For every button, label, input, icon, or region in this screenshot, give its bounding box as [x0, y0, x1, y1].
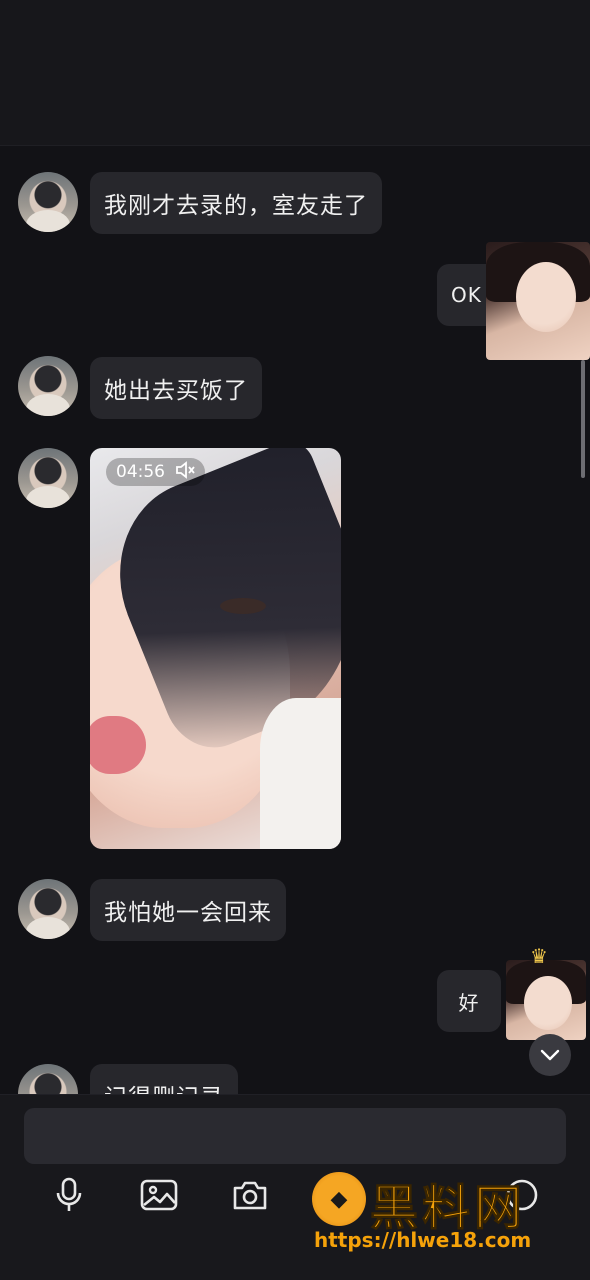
contact-avatar[interactable]: [18, 172, 78, 232]
watermark-logo: ◆: [312, 1172, 366, 1226]
image-icon: [140, 1179, 178, 1215]
message-row: 我刚才去录的，室友走了: [0, 146, 590, 246]
chat-messages[interactable]: 我刚才去录的，室友走了 OK 她出去买饭了 04:56 我怕她一会回来 好 ♛: [0, 146, 590, 1094]
message-bubble[interactable]: 她出去买饭了: [90, 357, 262, 419]
message-text: 她出去买饭了: [104, 378, 248, 404]
crown-icon: ♛: [530, 944, 548, 968]
message-row: 我怕她一会回来: [0, 876, 590, 946]
watermark-url: https://hlwe18.com: [314, 1228, 532, 1252]
top-bar: [0, 0, 590, 146]
watermark: ◆ 黑料网 https://hlwe18.com: [312, 1170, 572, 1260]
sticker-image[interactable]: [506, 960, 586, 1040]
message-bubble[interactable]: 好: [437, 970, 501, 1032]
scroll-to-bottom-button[interactable]: [529, 1034, 571, 1076]
message-text: 记得删记录: [104, 1078, 224, 1094]
voice-button[interactable]: [47, 1175, 91, 1219]
chevron-down-icon: [540, 1046, 560, 1065]
message-input[interactable]: [24, 1108, 566, 1164]
message-text: OK: [451, 283, 482, 307]
message-bubble[interactable]: 我刚才去录的，室友走了: [90, 172, 382, 234]
message-text: 好: [458, 990, 480, 1015]
contact-avatar[interactable]: [18, 879, 78, 939]
gallery-button[interactable]: [137, 1175, 181, 1219]
camera-button[interactable]: [228, 1175, 272, 1219]
message-bubble[interactable]: 记得删记录: [90, 1064, 238, 1094]
message-row: 她出去买饭了: [0, 354, 590, 424]
camera-icon: [231, 1179, 269, 1215]
contact-avatar[interactable]: [18, 1064, 78, 1094]
sticker-image[interactable]: [486, 242, 590, 360]
contact-avatar[interactable]: [18, 356, 78, 416]
message-row: 好 ♛: [0, 944, 590, 1040]
message-row: 记得删记录: [0, 1062, 590, 1094]
scrollbar[interactable]: [581, 360, 585, 478]
message-text: 我刚才去录的，室友走了: [104, 193, 368, 219]
message-row: OK: [0, 242, 590, 362]
video-message[interactable]: 04:56: [90, 448, 341, 849]
muted-icon[interactable]: [175, 460, 195, 484]
message-bubble[interactable]: 我怕她一会回来: [90, 879, 286, 941]
contact-avatar[interactable]: [18, 448, 78, 508]
video-duration: 04:56: [116, 462, 165, 482]
video-duration-badge: 04:56: [106, 458, 205, 486]
microphone-icon: [55, 1177, 83, 1217]
message-text: 我怕她一会回来: [104, 900, 272, 926]
